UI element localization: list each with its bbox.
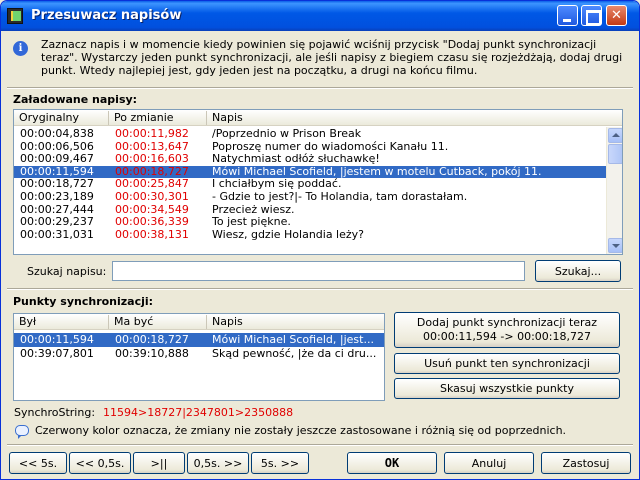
subtitle-text: To jest piękne. bbox=[212, 216, 291, 229]
table-row[interactable]: 00:00:29,237 00:00:36,339 To jest piękne. bbox=[14, 216, 606, 228]
scroll-down-button[interactable] bbox=[608, 238, 622, 253]
changed-time: 00:00:30,301 bbox=[115, 191, 189, 203]
list-header: Oryginalny Po zmianie Napis bbox=[14, 110, 622, 126]
subtitle-text: Przecież wiesz. bbox=[212, 203, 295, 216]
info-icon: i bbox=[13, 41, 28, 56]
divider bbox=[7, 444, 633, 446]
table-row[interactable]: 00:00:27,444 00:00:34,549 Przecież wiesz. bbox=[14, 204, 606, 216]
subtitle-text: Wiesz, gdzie Holandia leży? bbox=[212, 228, 365, 241]
original-time: 00:00:27,444 bbox=[20, 203, 94, 216]
maximize-button[interactable] bbox=[581, 5, 602, 26]
close-button[interactable]: ✕ bbox=[606, 5, 627, 26]
column-original[interactable]: Oryginalny bbox=[14, 111, 109, 125]
minimize-button[interactable] bbox=[557, 5, 578, 26]
original-time: 00:00:18,727 bbox=[20, 178, 94, 191]
table-row[interactable]: 00:00:04,838 00:00:11,982/Poprzednio w Pr… bbox=[14, 128, 606, 140]
table-row[interactable]: 00:00:18,727 00:00:25,847 I chciałbym się … bbox=[14, 178, 606, 190]
table-row[interactable]: 00:00:11,594 00:00:18,727 Mówi Michael Sco… bbox=[14, 165, 606, 178]
back-5s-button[interactable]: << 5s. bbox=[9, 452, 67, 474]
changed-time: 00:00:34,549 bbox=[115, 203, 189, 216]
should-be-time: 00:39:10,888 bbox=[115, 347, 189, 360]
changed-time: 00:00:13,647 bbox=[115, 140, 189, 153]
scroll-up-button[interactable] bbox=[608, 128, 622, 143]
title-bar[interactable]: Przesuwacz napisów ✕ bbox=[1, 1, 639, 31]
forward-05s-button[interactable]: 0,5s. >> bbox=[187, 452, 249, 474]
subtitle-text: Natychmiast odłóż słuchawkę! bbox=[212, 153, 380, 166]
synchro-string-value: 11594>18727|2347801>2350888 bbox=[103, 406, 294, 419]
changed-time: 00:00:16,603 bbox=[115, 153, 189, 166]
was-time: 00:00:11,594 bbox=[20, 333, 94, 346]
window-title: Przesuwacz napisów bbox=[31, 8, 182, 23]
subtitle-text: Poproszę numer do wiadomości Kanału 11. bbox=[212, 140, 449, 153]
original-time: 00:00:11,594 bbox=[20, 165, 94, 178]
changed-time: 00:00:38,131 bbox=[115, 228, 189, 241]
original-time: 00:00:31,031 bbox=[20, 228, 94, 241]
note-text: Czerwony kolor oznacza, że zmiany nie zo… bbox=[35, 424, 567, 437]
original-time: 00:00:23,189 bbox=[20, 191, 94, 203]
remove-sync-point-button[interactable]: Usuń punkt ten synchronizacji bbox=[394, 353, 620, 374]
ok-button[interactable]: OK bbox=[347, 452, 437, 474]
subtitle-text: I chciałbym się poddać. bbox=[212, 178, 342, 191]
back-05s-button[interactable]: << 0,5s. bbox=[69, 452, 131, 474]
list-header: Był Ma być Napis bbox=[14, 314, 384, 330]
column-should-be[interactable]: Ma być bbox=[109, 315, 207, 329]
subtitle-text: /Poprzednio w Prison Break bbox=[212, 128, 362, 140]
table-row[interactable]: 00:00:11,594 00:00:18,727 Mówi Michael Sco… bbox=[14, 333, 384, 347]
column-subtitle[interactable]: Napis bbox=[207, 111, 607, 125]
pause-button[interactable]: >|| bbox=[133, 452, 185, 474]
subtitle-text: - Gdzie to jest?|- To Holandia, tam dora… bbox=[212, 191, 468, 203]
film-icon bbox=[7, 8, 23, 24]
search-label: Szukaj napisu: bbox=[27, 265, 107, 278]
table-row[interactable]: 00:39:07,801 00:39:10,888 Skąd pewność, |ż… bbox=[14, 347, 384, 361]
apply-button[interactable]: Zastosuj bbox=[541, 452, 631, 474]
divider bbox=[7, 87, 633, 89]
search-input[interactable] bbox=[112, 261, 525, 281]
was-time: 00:39:07,801 bbox=[20, 347, 94, 360]
table-row[interactable]: 00:00:09,467 00:00:16,603 Natychmiast odłó… bbox=[14, 153, 606, 165]
original-time: 00:00:29,237 bbox=[20, 216, 94, 229]
loaded-subtitles-label: Załadowane napisy: bbox=[13, 93, 138, 106]
info-text: Zaznacz napis i w momencie kiedy powinie… bbox=[41, 38, 623, 77]
original-time: 00:00:04,838 bbox=[20, 128, 94, 140]
should-be-time: 00:00:18,727 bbox=[115, 333, 189, 346]
sync-points-label: Punkty synchronizacji: bbox=[13, 295, 154, 308]
changed-time: 00:00:25,847 bbox=[115, 178, 189, 191]
changed-time: 00:00:11,982 bbox=[115, 128, 189, 140]
synchro-string-label: SynchroString: bbox=[14, 406, 96, 419]
column-after-change[interactable]: Po zmianie bbox=[109, 111, 207, 125]
subtitle-text: Mówi Michael Scofield, |jest... bbox=[212, 333, 374, 346]
loaded-list-scrollbar[interactable] bbox=[606, 127, 622, 254]
cancel-button[interactable]: Anuluj bbox=[444, 452, 534, 474]
speech-bubble-icon bbox=[15, 425, 29, 439]
subtitle-text: Skąd pewność, |że da ci dru... bbox=[212, 347, 377, 360]
add-sync-point-times: 00:00:11,594 -> 00:00:18,727 bbox=[423, 330, 591, 343]
original-time: 00:00:06,506 bbox=[20, 140, 94, 153]
table-row[interactable]: 00:00:06,506 00:00:13,647 Poproszę numer d… bbox=[14, 141, 606, 153]
column-subtitle[interactable]: Napis bbox=[207, 315, 384, 329]
original-time: 00:00:09,467 bbox=[20, 153, 94, 166]
column-was[interactable]: Był bbox=[14, 315, 109, 329]
main-window: Przesuwacz napisów ✕ i Zaznacz napis i w… bbox=[0, 0, 640, 480]
add-sync-point-button[interactable]: Dodaj punkt synchronizacji teraz 00:00:1… bbox=[394, 312, 620, 348]
changed-time: 00:00:36,339 bbox=[115, 216, 189, 229]
loaded-subtitles-list[interactable]: Oryginalny Po zmianie Napis 00:00:04,838… bbox=[13, 109, 623, 255]
scroll-thumb[interactable] bbox=[608, 144, 622, 164]
table-row[interactable]: 00:00:23,189 00:00:30,301 - Gdzie to jest?… bbox=[14, 191, 606, 203]
sync-points-list[interactable]: Był Ma być Napis 00:00:11,594 00:00:18,72… bbox=[13, 313, 385, 401]
clear-sync-points-button[interactable]: Skasuj wszystkie punkty bbox=[394, 378, 620, 399]
forward-5s-button[interactable]: 5s. >> bbox=[251, 452, 309, 474]
table-row[interactable]: 00:00:31,031 00:00:38,131 Wiesz, gdzie Hol… bbox=[14, 229, 606, 241]
search-button[interactable]: Szukaj... bbox=[535, 260, 621, 282]
changed-time: 00:00:18,727 bbox=[115, 165, 189, 178]
subtitle-text: Mówi Michael Scofield, |jestem w motelu … bbox=[212, 165, 542, 178]
add-sync-point-label: Dodaj punkt synchronizacji teraz bbox=[416, 316, 598, 329]
divider bbox=[7, 288, 633, 290]
